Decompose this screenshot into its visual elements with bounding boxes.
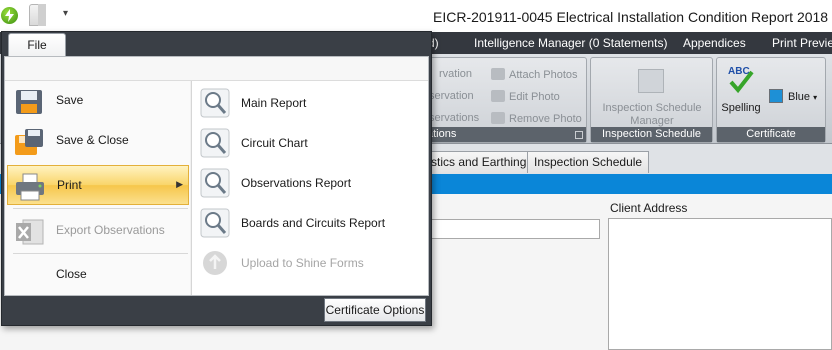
submenu-item-label: Observations Report: [241, 176, 352, 190]
remove-photo-icon: [491, 112, 505, 124]
submenu-item-label: Circuit Chart: [241, 136, 308, 150]
edit-photo-button[interactable]: Edit Photo: [491, 90, 560, 103]
quick-access-dropdown[interactable]: ▾: [63, 8, 68, 19]
printer-icon: [14, 172, 46, 202]
inspection-schedule-group: Inspection Schedule Manager Inspection S…: [590, 57, 713, 143]
menu-item-label: Export Observations: [56, 223, 165, 237]
observation-button-1[interactable]: rvation: [439, 68, 472, 80]
tab-appendices[interactable]: Appendices: [683, 36, 746, 50]
file-menu-top-band: [5, 57, 428, 81]
blue-swatch-icon: [769, 89, 783, 103]
observation-button-3[interactable]: servations: [429, 112, 479, 124]
tab-inspection-schedule[interactable]: Inspection Schedule: [527, 151, 650, 173]
magnifier-icon: [200, 128, 230, 158]
submenu-item-label: Main Report: [241, 96, 307, 110]
edit-photo-icon: [491, 90, 505, 102]
group-launcher-icon[interactable]: [575, 131, 583, 139]
menu-item-label: Close: [56, 267, 87, 281]
chevron-down-icon: ▾: [813, 93, 818, 102]
quick-access-page-icon[interactable]: [29, 4, 46, 26]
menu-item-print[interactable]: Print ▶: [7, 165, 189, 205]
certificate-group: ABC Spelling Blue ▾ Certificate: [716, 57, 826, 143]
submenu-item-circuit-chart[interactable]: Circuit Chart: [192, 123, 428, 163]
inspection-schedule-group-label: Inspection Schedule: [591, 127, 712, 142]
upload-icon: [200, 248, 230, 278]
submenu-item-main-report[interactable]: Main Report: [192, 83, 428, 123]
text-field[interactable]: [420, 219, 600, 239]
magnifier-icon: [200, 168, 230, 198]
client-address-label: Client Address: [610, 201, 688, 215]
magnifier-icon: [200, 208, 230, 238]
menu-item-save-close[interactable]: Save & Close: [7, 121, 189, 161]
submenu-item-label: Upload to Shine Forms: [241, 256, 364, 270]
print-submenu: Main Report Circuit Chart Observations R…: [191, 81, 428, 295]
camera-icon: [491, 68, 505, 80]
spelling-button[interactable]: Spelling: [719, 102, 763, 115]
menu-separator: [13, 253, 188, 254]
submenu-item-boards-circuits-report[interactable]: Boards and Circuits Report: [192, 203, 428, 243]
file-menu-footer: Certificate Options: [2, 298, 431, 325]
submenu-item-upload-shine-forms[interactable]: Upload to Shine Forms: [192, 243, 428, 283]
menu-item-close[interactable]: Close: [7, 255, 189, 295]
magnifier-icon: [200, 88, 230, 118]
file-menu-body: Save Save & Close Print ▶ Export Observa…: [4, 56, 429, 296]
submenu-item-observations-report[interactable]: Observations Report: [192, 163, 428, 203]
submenu-arrow-icon: ▶: [176, 179, 183, 189]
observation-button-2[interactable]: servation: [429, 90, 474, 102]
save-icon: [13, 87, 45, 117]
file-menu-header: File: [2, 32, 431, 57]
excel-icon: [13, 217, 45, 247]
menu-item-export-observations[interactable]: Export Observations: [7, 211, 189, 251]
spelling-check-icon: ABC: [725, 66, 755, 94]
menu-item-save[interactable]: Save: [7, 81, 189, 121]
app-logo-icon[interactable]: [1, 7, 18, 24]
file-tab[interactable]: File: [8, 33, 66, 57]
inspection-schedule-manager-button[interactable]: Inspection Schedule Manager: [599, 102, 705, 128]
color-scheme-dropdown[interactable]: Blue ▾: [769, 89, 817, 104]
title-bar: ▾ EICR-201911-0045 Electrical Installati…: [0, 0, 832, 32]
tab-print-preview[interactable]: Print Preview: [772, 36, 832, 50]
submenu-item-label: Boards and Circuits Report: [241, 216, 386, 230]
certificate-options-button[interactable]: Certificate Options: [324, 298, 426, 322]
attach-photos-button[interactable]: Attach Photos: [491, 68, 578, 81]
window-title: EICR-201911-0045 Electrical Installation…: [433, 9, 829, 25]
menu-separator: [13, 208, 188, 209]
file-menu-commands: Save Save & Close Print ▶ Export Observa…: [5, 81, 190, 295]
tab-intelligence-manager[interactable]: Intelligence Manager (0 Statements): [474, 36, 667, 50]
menu-item-label: Save: [56, 93, 84, 107]
client-address-field[interactable]: [608, 218, 832, 350]
save-close-icon: [13, 127, 45, 157]
certificate-group-label: Certificate: [717, 127, 825, 142]
file-menu: File Save Save & Close Print ▶ Export Ob…: [1, 31, 432, 326]
menu-item-label: Print: [57, 178, 82, 192]
tab-earthing[interactable]: stics and Earthing: [424, 151, 534, 173]
menu-item-label: Save & Close: [56, 133, 129, 147]
remove-photo-button[interactable]: Remove Photo: [491, 112, 582, 125]
inspection-grid-icon: [638, 69, 664, 93]
